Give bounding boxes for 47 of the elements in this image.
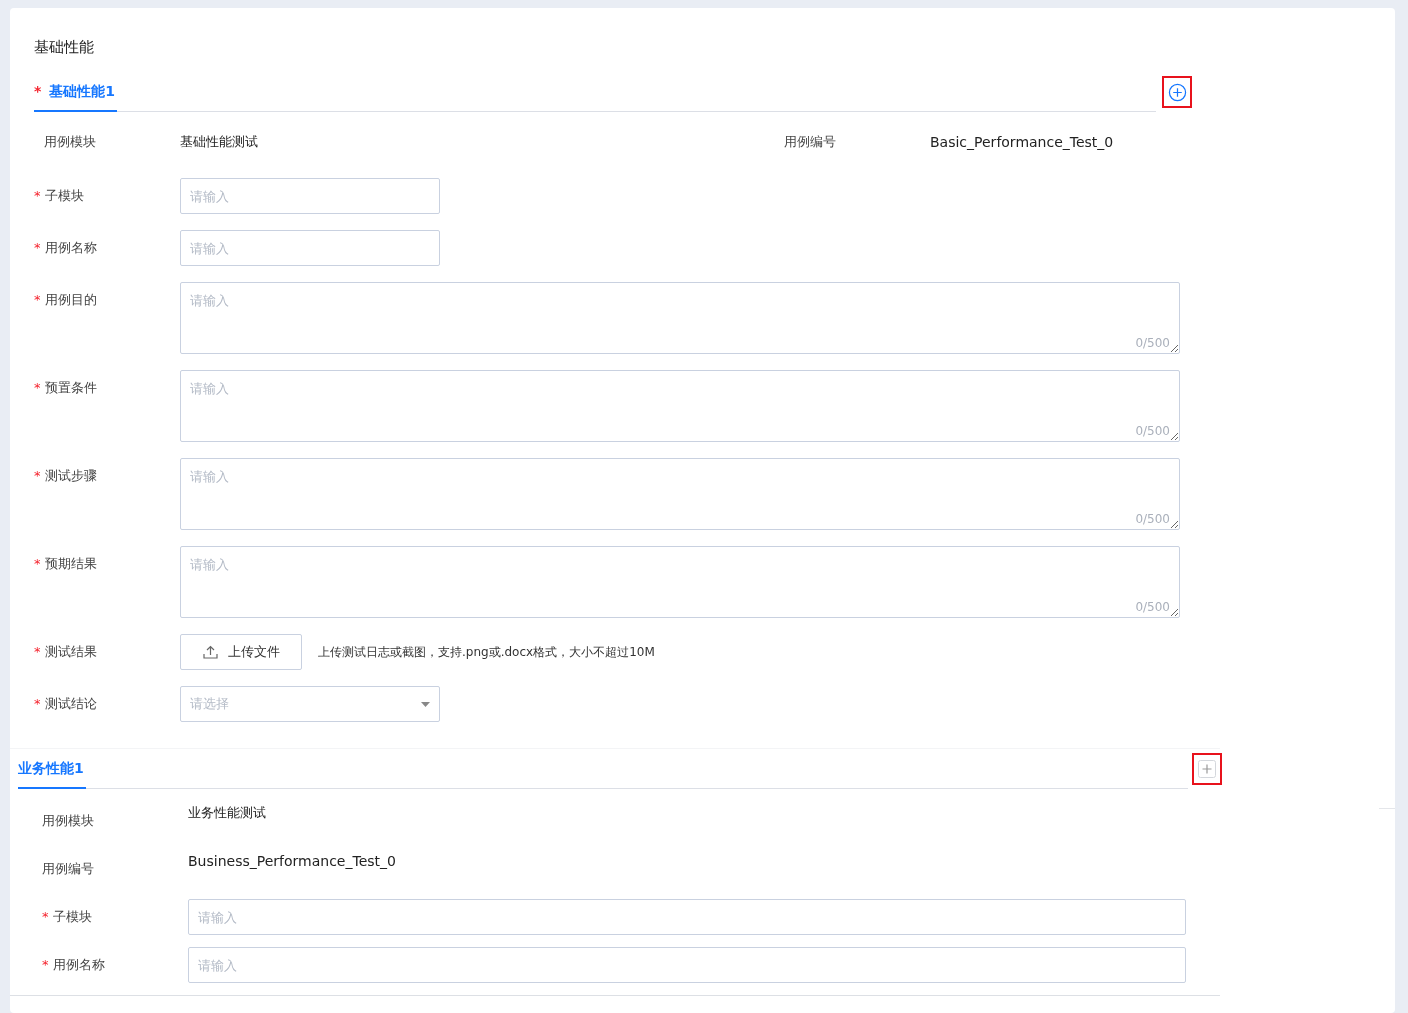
character-counter: 0/500 [1135, 335, 1170, 352]
info-label: 用例编号 [784, 133, 837, 151]
required-asterisk: * [34, 644, 41, 659]
field-label: 子模块 [44, 188, 84, 203]
field-label: 测试结论 [44, 696, 97, 711]
field-label: 用例名称 [44, 240, 97, 255]
character-counter: 0/500 [1135, 599, 1170, 616]
section-tab[interactable]: 业务性能1 [18, 758, 86, 789]
info-label: 用例编号 [42, 860, 95, 878]
required-asterisk: * [42, 957, 49, 972]
upload-button[interactable]: 上传文件 [180, 634, 302, 670]
required-asterisk: * [34, 188, 41, 203]
field-label: 用例名称 [52, 957, 105, 972]
character-counter: 0/500 [1135, 423, 1170, 440]
required-asterisk: * [34, 556, 41, 571]
info-value: Basic_Performance_Test_0 [930, 133, 1114, 152]
add-icon [1198, 760, 1216, 778]
required-asterisk: * [34, 240, 41, 255]
info-label: 用例模块 [43, 133, 97, 151]
field-label: 预置条件 [44, 380, 97, 395]
field-label: 子模块 [52, 909, 92, 924]
text-input[interactable]: 请输入 [180, 178, 440, 214]
text-input[interactable]: 请输入 [188, 899, 1186, 935]
info-value: 基础性能测试 [180, 133, 259, 151]
required-asterisk: * [42, 909, 49, 924]
field-label: 预期结果 [44, 556, 97, 571]
field-label: 测试结果 [44, 644, 97, 659]
info-value: 业务性能测试 [188, 804, 267, 822]
required-asterisk: * [34, 292, 41, 307]
required-asterisk: * [34, 696, 41, 711]
text-input[interactable]: 请输入 [180, 230, 440, 266]
field-label: 测试步骤 [44, 468, 97, 483]
add-button[interactable] [1164, 78, 1190, 106]
info-value: Business_Performance_Test_0 [188, 852, 397, 871]
field-label: 用例目的 [44, 292, 97, 307]
text-input[interactable]: 请输入 [188, 947, 1186, 983]
section-title: 基础性能 [33, 37, 95, 58]
character-counter: 0/500 [1135, 511, 1170, 528]
upload-hint: 上传测试日志或截图，支持.png或.docx格式，大小不超过10M [318, 644, 655, 661]
select-placeholder: 请选择 [190, 695, 229, 714]
caret-icon [421, 701, 430, 707]
add-icon [1167, 82, 1187, 102]
info-label: 用例模块 [42, 812, 95, 830]
section-tab[interactable]: * 基础性能1 [34, 81, 118, 112]
required-asterisk: * [34, 468, 41, 483]
required-asterisk: * [34, 380, 41, 395]
upload-icon [202, 645, 218, 659]
